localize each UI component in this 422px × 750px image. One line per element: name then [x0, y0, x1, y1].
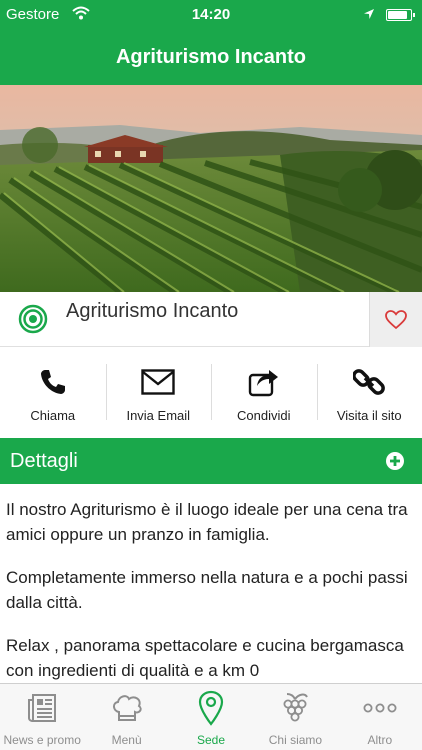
place-name: Agriturismo Incanto	[66, 300, 239, 322]
tab-menu[interactable]: Menù	[84, 684, 168, 750]
email-button[interactable]: Invia Email	[105, 348, 212, 436]
location-arrow-icon	[364, 9, 374, 19]
newspaper-icon	[28, 694, 57, 722]
tab-news[interactable]: News e promo	[0, 684, 84, 750]
tab-menu-label: Menù	[111, 733, 142, 747]
page-title: Agriturismo Incanto	[115, 46, 306, 68]
email-label: Invia Email	[126, 408, 191, 423]
action-bar: Chiama Invia Email Condividi Visita il s…	[0, 348, 422, 436]
more-icon	[363, 703, 397, 713]
call-button[interactable]: Chiama	[0, 348, 106, 436]
chef-hat-icon	[112, 695, 142, 721]
tab-chi-siamo[interactable]: Chi siamo	[253, 684, 337, 750]
tab-sede[interactable]: Sede	[169, 684, 253, 750]
status-bar: Gestore 14:20	[0, 0, 422, 30]
tab-chi-siamo-label: Chi siamo	[268, 733, 323, 747]
tab-sede-label: Sede	[197, 733, 226, 747]
share-icon	[248, 370, 278, 397]
website-label: Visita il sito	[336, 408, 402, 423]
grapes-icon	[283, 693, 309, 722]
description-paragraph: Relax , panorama spettacolare e cucina b…	[6, 636, 404, 680]
details-header[interactable]: Dettagli	[0, 438, 422, 484]
link-icon	[353, 369, 386, 395]
target-icon	[18, 304, 48, 334]
description-paragraph: Il nostro Agriturismo è il luogo ideale …	[6, 500, 408, 544]
call-label: Chiama	[30, 408, 76, 423]
tab-bar: News e promo Menù Sede Chi siamo Altro	[0, 683, 422, 750]
favorite-button[interactable]	[369, 292, 422, 347]
phone-icon	[40, 370, 65, 394]
battery-icon	[386, 9, 415, 21]
description-paragraph: Completamente immerso nella natura e a p…	[6, 568, 408, 612]
details-description: Il nostro Agriturismo è il luogo ideale …	[6, 497, 416, 701]
tab-news-label: News e promo	[3, 733, 81, 747]
tab-altro[interactable]: Altro	[338, 684, 422, 750]
envelope-icon	[141, 369, 175, 395]
share-label: Condividi	[237, 408, 291, 423]
plus-circle-icon[interactable]	[386, 452, 404, 470]
share-button[interactable]: Condividi	[211, 348, 317, 436]
battery-level	[388, 11, 407, 19]
nav-bar: Agriturismo Incanto	[0, 30, 422, 85]
details-title: Dettagli	[10, 449, 78, 472]
tab-altro-label: Altro	[367, 733, 393, 747]
place-title-row: Agriturismo Incanto	[0, 292, 422, 347]
heart-icon	[385, 309, 407, 329]
website-button[interactable]: Visita il sito	[316, 348, 422, 436]
hero-image	[0, 85, 422, 292]
map-pin-icon	[198, 690, 224, 726]
clock: 14:20	[191, 6, 231, 23]
